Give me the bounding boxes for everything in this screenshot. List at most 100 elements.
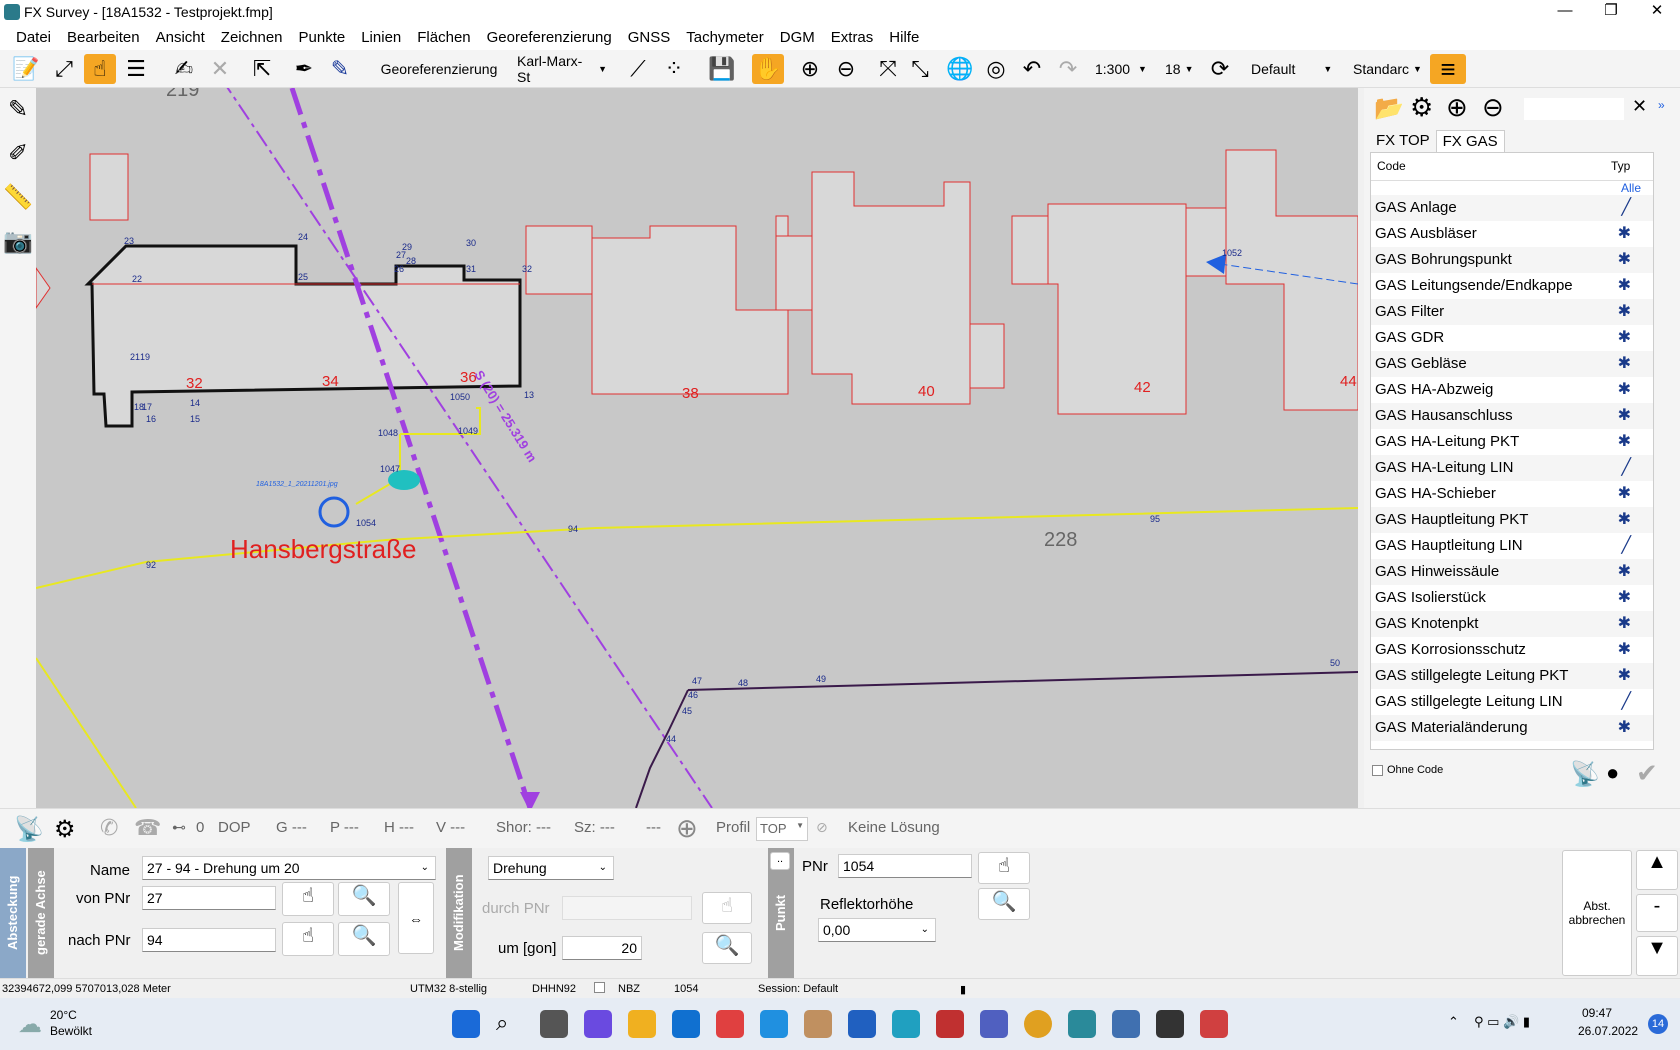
style-combo[interactable]: Default ▼ <box>1246 54 1346 84</box>
gnss-receiver-icon[interactable]: 📡 <box>14 815 44 844</box>
reflektorhoehe-combo[interactable]: 0,00 ⌄ <box>818 918 936 942</box>
marker-icon[interactable]: ✎ <box>324 54 356 84</box>
street-combo[interactable]: Karl-Marx-St ▼ <box>512 53 612 85</box>
minus-button[interactable]: - <box>1636 894 1678 932</box>
code-list-item[interactable]: GAS HA-Schieber ✱ <box>1371 481 1653 507</box>
code-list-item[interactable]: GAS Hinweissäule ✱ <box>1371 559 1653 585</box>
menu-datei[interactable]: Datei <box>8 29 59 46</box>
code-list-item[interactable]: GAS Hauptleitung LIN ╱ <box>1371 533 1653 559</box>
menu-flaechen[interactable]: Flächen <box>409 29 478 46</box>
code-list-item[interactable]: GAS Filter ✱ <box>1371 299 1653 325</box>
zoom-level-combo[interactable]: 18 ▼ <box>1160 54 1196 84</box>
code-list-item[interactable]: GAS stillgelegte Leitung PKT ✱ <box>1371 663 1653 689</box>
tab-absteckung[interactable]: Absteckung <box>0 848 26 978</box>
menu-ansicht[interactable]: Ansicht <box>148 29 213 46</box>
tray-icons[interactable]: ⚲ ▭ 🔊 ▮ <box>1474 1014 1530 1030</box>
notification-badge[interactable]: 14 <box>1648 1014 1668 1034</box>
camera-icon[interactable]: 📷 <box>0 220 36 264</box>
fx-survey-taskbar-icon[interactable] <box>1068 1010 1096 1038</box>
word-icon[interactable] <box>848 1010 876 1038</box>
durch-pnr-input[interactable] <box>562 896 692 920</box>
zoom-extent-icon[interactable]: ⤧ <box>872 54 904 84</box>
nach-pnr-input[interactable]: 94 <box>142 928 276 952</box>
code-list-item[interactable]: GAS Anlage ╱ <box>1371 195 1653 221</box>
nbz-checkbox[interactable] <box>594 982 605 993</box>
menu-hilfe[interactable]: Hilfe <box>881 29 927 46</box>
folder-open-icon[interactable]: 📂 <box>1374 94 1404 123</box>
code-list-item[interactable]: GAS Isolierstück ✱ <box>1371 585 1653 611</box>
satellite-icon[interactable]: 📡 <box>1570 760 1600 789</box>
tab-fx-top[interactable]: FX TOP <box>1370 130 1436 152</box>
app-icon[interactable] <box>1112 1010 1140 1038</box>
pick-point-hand-icon[interactable]: ☝ <box>978 852 1030 884</box>
um-gon-input[interactable]: 20 <box>562 936 642 960</box>
menu-tachymeter[interactable]: Tachymeter <box>678 29 772 46</box>
menu-extras[interactable]: Extras <box>823 29 882 46</box>
menu-georeferenzierung[interactable]: Georeferenzierung <box>479 29 620 46</box>
app-icon[interactable] <box>1156 1010 1184 1038</box>
search-icon[interactable]: 🔍 <box>338 882 390 916</box>
expand-panel-icon[interactable]: » <box>1658 98 1665 112</box>
search-taskbar-icon[interactable]: ⌕ <box>496 1010 524 1038</box>
task-view-icon[interactable] <box>540 1010 568 1038</box>
pick-point-hand-icon[interactable]: ☝ <box>282 922 334 956</box>
code-list-item[interactable]: GAS stillgelegte Leitung LIN ╱ <box>1371 689 1653 715</box>
code-list-item[interactable]: GAS Materialänderung ✱ <box>1371 715 1653 741</box>
erase-icon[interactable]: ✕ <box>204 54 236 84</box>
app-icon[interactable] <box>716 1010 744 1038</box>
name-combo[interactable]: 27 - 94 - Drehung um 20 ⌄ <box>142 856 436 880</box>
tray-chevron-icon[interactable]: ⌃ <box>1448 1014 1459 1030</box>
tab-modifikation[interactable]: Modifikation <box>446 848 472 978</box>
arrow-down-icon[interactable]: ▼ <box>1636 936 1678 976</box>
app-icon[interactable] <box>1200 1010 1228 1038</box>
code-list-item[interactable]: GAS HA-Leitung PKT ✱ <box>1371 429 1653 455</box>
export-icon[interactable]: ⇱ <box>246 54 278 84</box>
save-icon[interactable]: 💾 <box>706 54 738 84</box>
undo-icon[interactable]: ↶ <box>1016 54 1048 84</box>
tab-fx-gas[interactable]: FX GAS <box>1435 130 1505 152</box>
code-list-item[interactable]: GAS Bohrungspunkt ✱ <box>1371 247 1653 273</box>
settings-gear-icon[interactable]: ⚙ <box>54 815 76 844</box>
code-list-item[interactable]: GAS Knotenpkt ✱ <box>1371 611 1653 637</box>
code-list-item[interactable]: GAS HA-Leitung LIN ╱ <box>1371 455 1653 481</box>
code-list-item[interactable]: GAS GDR ✱ <box>1371 325 1653 351</box>
search-icon[interactable]: 🔍 <box>338 922 390 956</box>
pick-point-hand-icon[interactable]: ☝ <box>702 892 752 924</box>
start-icon[interactable] <box>452 1010 480 1038</box>
menu-bearbeiten[interactable]: Bearbeiten <box>59 29 148 46</box>
tab-gerade-achse[interactable]: gerade Achse <box>28 848 54 978</box>
document-icon[interactable]: 📝 <box>10 54 42 84</box>
app-icon[interactable] <box>804 1010 832 1038</box>
refresh-icon[interactable]: ⟳ <box>1204 54 1236 84</box>
search-icon[interactable]: 🔍 <box>978 888 1030 920</box>
swap-icon[interactable]: ⇔ <box>398 882 434 954</box>
globe-icon[interactable]: 🌐 <box>944 54 976 84</box>
connect-points-icon[interactable]: ⤢ <box>48 54 80 84</box>
menu-linien[interactable]: Linien <box>353 29 409 46</box>
explorer-icon[interactable] <box>628 1010 656 1038</box>
standard-combo[interactable]: Standarc ▼ <box>1348 54 1422 84</box>
pan-hand-icon[interactable]: ✋ <box>752 54 784 84</box>
search-icon[interactable]: 🔍 <box>702 932 752 964</box>
profil-combo[interactable]: TOP ▼ <box>756 817 808 841</box>
gear-icon[interactable]: ⚙ <box>1410 92 1433 123</box>
maximize-button[interactable]: ❐ <box>1588 0 1634 24</box>
code-list-item[interactable]: GAS Leitungsende/Endkappe ✱ <box>1371 273 1653 299</box>
checkbox-box[interactable] <box>1372 764 1383 776</box>
code-list-item[interactable]: GAS Ausbläser ✱ <box>1371 221 1653 247</box>
phone-icon[interactable]: ✆ <box>100 815 118 841</box>
georeferenzierung-button[interactable]: Georeferenzierung <box>380 54 498 84</box>
code-list-item[interactable]: GAS Hauptleitung PKT ✱ <box>1371 507 1653 533</box>
modification-combo[interactable]: Drehung ⌄ <box>488 856 614 880</box>
pnr-input[interactable]: 1054 <box>838 854 972 878</box>
list-icon[interactable]: ☰ <box>120 54 152 84</box>
chrome-icon[interactable] <box>1024 1010 1052 1038</box>
app-icon[interactable] <box>936 1010 964 1038</box>
arrow-up-icon[interactable]: ▲ <box>1636 850 1678 890</box>
chat-icon[interactable] <box>584 1010 612 1038</box>
code-list-item[interactable]: GAS Korrosionsschutz ✱ <box>1371 637 1653 663</box>
zoom-out-icon[interactable]: ⊖ <box>830 54 862 84</box>
crosshair-icon[interactable]: ⊕ <box>676 813 698 844</box>
minimize-button[interactable]: — <box>1542 0 1588 24</box>
close-window-button[interactable]: ✕ <box>1634 0 1680 24</box>
